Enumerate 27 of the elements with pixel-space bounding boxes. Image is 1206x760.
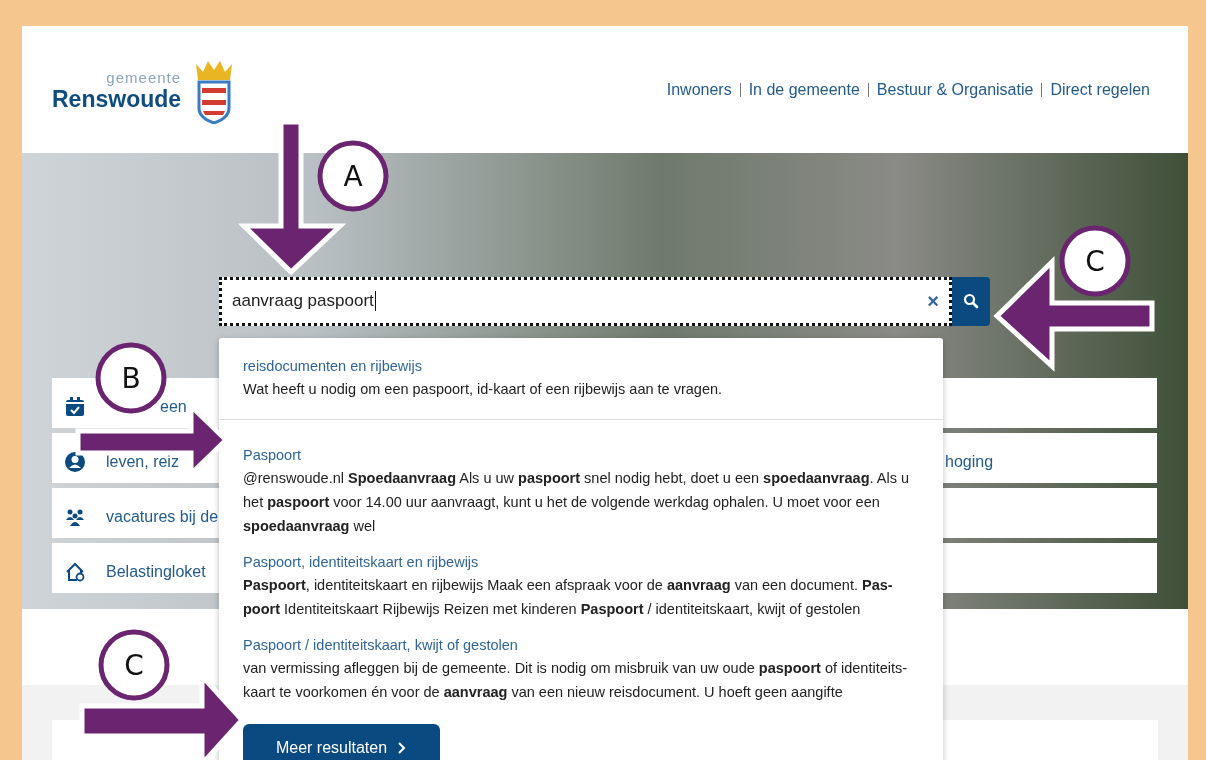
suggestion-link[interactable]: Paspoort / identiteitskaart, kwijt of gestolen	[243, 634, 919, 656]
nav-link[interactable]: In de gemeente	[748, 81, 860, 100]
search-button[interactable]	[952, 276, 990, 326]
more-results-button[interactable]: Meer resultaten	[243, 724, 440, 760]
suggestion-link[interactable]: Paspoort, identiteitskaart en rijbewijs	[243, 551, 919, 573]
suggestion-link[interactable]: Paspoort	[243, 444, 919, 466]
nav-link[interactable]: Direct regelen	[1050, 81, 1150, 100]
logo-subtitle: gemeente	[106, 69, 182, 87]
search-field[interactable]: aanvraag paspoort ×	[219, 276, 952, 326]
suggestion-link[interactable]: reisdocumenten en rijbewijs	[243, 355, 919, 377]
quick-link-label: hoging	[945, 452, 995, 471]
search-icon	[963, 293, 979, 310]
quick-link-label: leven, reiz	[106, 452, 179, 471]
house-icon	[64, 560, 86, 583]
quick-link-label: vacatures bij de	[106, 507, 219, 526]
quick-link-label: een	[160, 397, 187, 416]
clear-button[interactable]: ×	[927, 289, 939, 313]
logo-name: Renswoude	[52, 86, 182, 114]
chevron-right-icon	[397, 741, 408, 755]
nav-link[interactable]: Inwoners	[666, 81, 732, 100]
nav-link[interactable]: Bestuur & Organisatie	[876, 81, 1034, 100]
suggestion-snippet: @renswoude.nl Spoedaanvraag Als u uw paspoort snel nodig hebt, doet u een spoedaanvraag. Als u het paspoort voor 14.00 uur aanvraagt, kunt u het de volgende werkdag ophalen. U moet voor een spoedaanvraag wel	[243, 469, 910, 536]
calendar-check-icon	[64, 395, 86, 418]
suggestion-snippet: Paspoort, identiteitskaart en rijbewijs Maak een afspraak voor de aanvraag van een document. Pas-poort Identiteitskaart Rijbewijs Reizen met kinderen Paspoort / identiteitskaart, kwijt of gestolen	[243, 576, 894, 619]
suggestion-snippet: Wat heeft u nodig om een paspoort, id-kaart of een rijbewijs aan te vragen.	[243, 380, 724, 399]
suggestion-snippet: van vermissing afleggen bij de gemeente. Dit is nodig om misbruik van uw oude paspoort of identiteits-kaart te voorkomen én voor de aanvraag van een nieuw reisdocument. U hoeft geen aangifte	[243, 659, 909, 702]
quick-link-label: Belastingloket	[106, 562, 206, 581]
